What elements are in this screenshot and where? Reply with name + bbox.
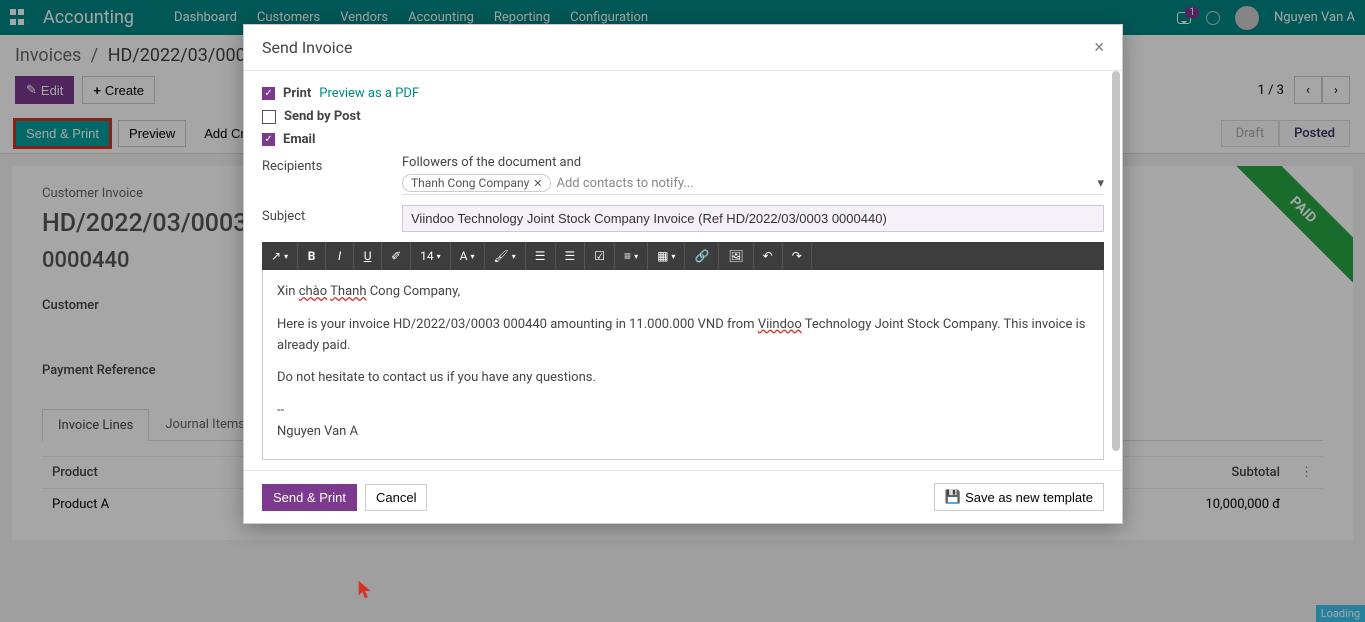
- close-icon[interactable]: ×: [1094, 37, 1104, 58]
- modal-scrollbar[interactable]: [1110, 71, 1120, 470]
- checklist-icon[interactable]: ☑: [585, 242, 615, 270]
- ul-icon[interactable]: ☰: [526, 242, 556, 270]
- editor-toolbar: ↗▾ B I U ✐ 14▾ A▾ 🖌▾ ☰ ☰ ☑ ≡▾ ▦▾ 🔗 🖼 ↶ ↷: [262, 242, 1104, 270]
- print-checkbox[interactable]: ✓: [262, 87, 275, 100]
- eraser-icon[interactable]: ✐: [382, 242, 411, 270]
- table-icon[interactable]: ▦▾: [648, 242, 685, 270]
- dropdown-caret-icon[interactable]: ▾: [1097, 176, 1104, 191]
- italic-icon[interactable]: I: [326, 242, 354, 270]
- recipient-tag: Thanh Cong Company ✕: [402, 174, 551, 192]
- bold-icon[interactable]: B: [298, 242, 326, 270]
- align-icon[interactable]: ≡▾: [615, 242, 648, 270]
- print-label: Print: [283, 86, 311, 101]
- save-template-button[interactable]: 💾 Save as new template: [934, 483, 1104, 511]
- save-icon: 💾: [945, 489, 961, 505]
- font-size-select[interactable]: 14▾: [411, 242, 451, 270]
- modal-title: Send Invoice: [262, 38, 353, 57]
- post-label: Send by Post: [284, 109, 361, 124]
- ol-icon[interactable]: ☰: [556, 242, 586, 270]
- followers-text: Followers of the document and: [402, 155, 1104, 170]
- subject-input[interactable]: [402, 205, 1104, 232]
- image-icon[interactable]: 🖼: [719, 242, 753, 270]
- link-icon[interactable]: 🔗: [685, 242, 719, 270]
- modal-send-print-button[interactable]: Send & Print: [262, 484, 357, 511]
- tag-remove-icon[interactable]: ✕: [533, 177, 542, 190]
- send-invoice-modal: Send Invoice × ✓ Print Preview as a PDF …: [243, 24, 1123, 524]
- cancel-button[interactable]: Cancel: [365, 484, 427, 511]
- post-checkbox[interactable]: [262, 110, 276, 124]
- redo-icon[interactable]: ↷: [783, 242, 812, 270]
- font-color-icon[interactable]: A▾: [451, 242, 485, 270]
- remove-format-icon[interactable]: ↗▾: [262, 242, 298, 270]
- email-checkbox[interactable]: ✓: [262, 133, 275, 146]
- underline-icon[interactable]: U: [354, 242, 382, 270]
- editor-content[interactable]: Xin chào Thanh Cong Company, Here is you…: [262, 270, 1104, 460]
- undo-icon[interactable]: ↶: [754, 242, 783, 270]
- email-label: Email: [283, 132, 315, 147]
- recipients-label: Recipients: [262, 155, 402, 195]
- add-contacts-input[interactable]: Add contacts to notify...: [556, 176, 1092, 191]
- subject-label: Subject: [262, 205, 402, 232]
- preview-pdf-link[interactable]: Preview as a PDF: [319, 86, 419, 101]
- highlight-icon[interactable]: 🖌▾: [485, 242, 526, 270]
